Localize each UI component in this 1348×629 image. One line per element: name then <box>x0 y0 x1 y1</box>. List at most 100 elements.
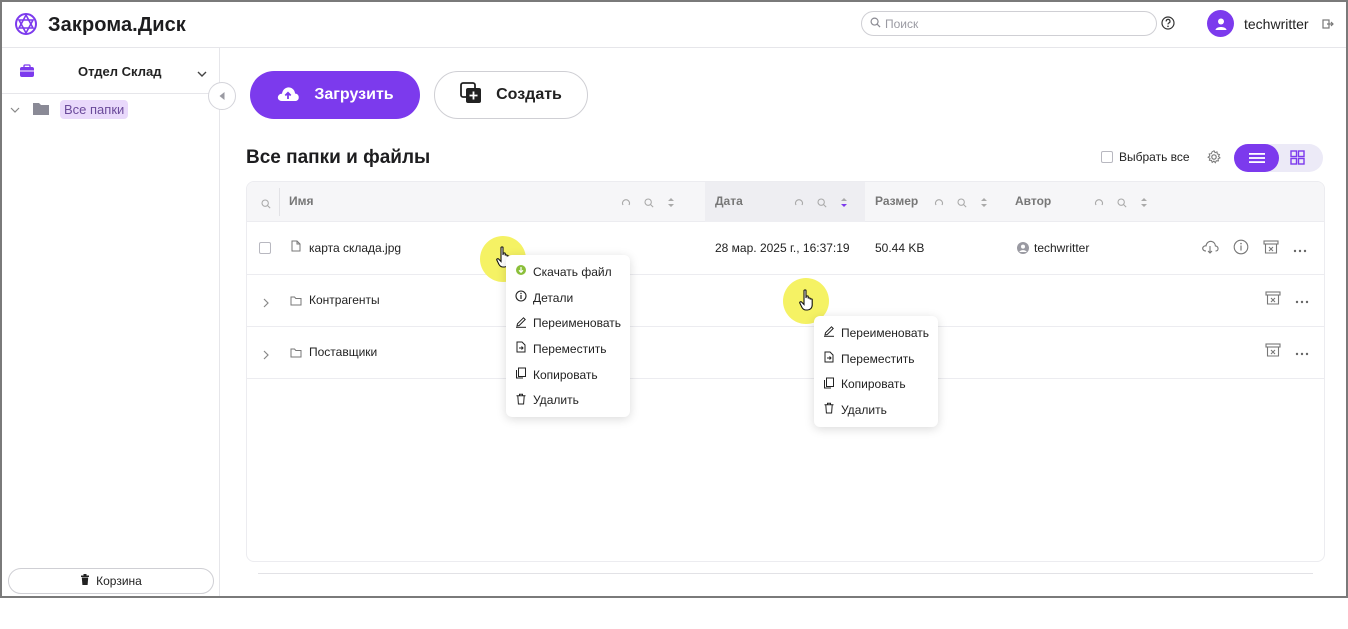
column-header-size[interactable]: Размер <box>875 194 918 208</box>
row-name[interactable]: Поставщики <box>309 345 377 359</box>
archive-delete-icon[interactable] <box>1265 343 1281 360</box>
help-icon[interactable] <box>1161 16 1175 33</box>
column-header-name[interactable]: Имя <box>289 194 314 208</box>
app-window: Закрома.Диск techwritter Отдел Скл <box>0 0 1348 598</box>
menu-item-rename[interactable]: Переименовать <box>814 320 938 346</box>
reset-icon[interactable] <box>934 196 944 211</box>
tree-item-all-folders[interactable]: Все папки <box>10 100 129 119</box>
menu-item-label: Переименовать <box>533 316 621 331</box>
sort-icon[interactable] <box>1140 196 1148 211</box>
menu-item-label: Детали <box>533 290 574 305</box>
search-icon[interactable] <box>1117 196 1127 211</box>
folder-icon <box>32 101 50 119</box>
top-header: Закрома.Диск techwritter <box>2 2 1346 48</box>
folder-icon <box>290 346 302 361</box>
menu-item-delete[interactable]: Удалить <box>506 387 630 413</box>
archive-delete-icon[interactable] <box>1263 240 1279 257</box>
table-row[interactable]: Поставщики <box>247 327 1324 379</box>
row-actions <box>1265 291 1309 308</box>
search-icon <box>870 16 881 31</box>
reset-icon[interactable] <box>794 196 804 211</box>
create-button[interactable]: Создать <box>434 71 588 119</box>
column-header-date[interactable]: Дата <box>715 194 743 208</box>
menu-item-move[interactable]: Переместить <box>814 346 938 372</box>
reset-icon[interactable] <box>621 196 631 211</box>
search-icon[interactable] <box>817 196 827 211</box>
menu-item-label: Переместить <box>841 351 915 366</box>
archive-delete-icon[interactable] <box>1265 291 1281 308</box>
menu-item-details[interactable]: Детали <box>506 285 630 311</box>
logout-icon[interactable] <box>1322 18 1334 33</box>
copy-icon <box>515 367 527 382</box>
user-name: techwritter <box>1244 15 1309 32</box>
menu-item-copy[interactable]: Копировать <box>506 362 630 388</box>
sort-desc-icon[interactable] <box>840 196 848 211</box>
row-name[interactable]: карта склада.jpg <box>309 241 401 255</box>
more-icon[interactable] <box>1295 344 1309 359</box>
pencil-icon <box>823 325 835 340</box>
more-icon[interactable] <box>1295 292 1309 307</box>
search-icon[interactable] <box>644 196 654 211</box>
size-column-tools <box>934 196 988 211</box>
list-icon <box>1248 153 1265 163</box>
grid-icon <box>1290 150 1305 165</box>
menu-item-label: Переименовать <box>841 325 929 340</box>
chevron-left-icon <box>219 92 225 100</box>
info-icon[interactable] <box>1233 239 1249 258</box>
logo-icon <box>14 12 38 39</box>
row-author: techwritter <box>1034 241 1090 255</box>
info-icon <box>515 290 527 305</box>
sort-icon[interactable] <box>667 196 675 211</box>
menu-item-label: Удалить <box>841 402 887 417</box>
create-label: Создать <box>496 86 562 103</box>
move-file-icon <box>823 351 835 366</box>
download-icon <box>515 264 527 279</box>
reset-icon[interactable] <box>1094 196 1104 211</box>
grid-view-button[interactable] <box>1290 150 1305 168</box>
add-file-icon <box>460 81 482 109</box>
tree-item-label: Все папки <box>60 100 129 119</box>
search-box[interactable] <box>861 11 1157 36</box>
menu-item-move[interactable]: Переместить <box>506 336 630 362</box>
search-icon[interactable] <box>957 196 967 211</box>
chevron-down-icon[interactable] <box>10 102 20 117</box>
chevron-right-icon[interactable] <box>263 296 269 311</box>
row-actions <box>1265 343 1309 360</box>
cloud-download-icon[interactable] <box>1201 240 1219 257</box>
folder-context-menu: Переименовать Переместить Копировать Уда… <box>814 316 938 427</box>
gear-icon[interactable] <box>1207 150 1221 167</box>
sidebar: Отдел Склад Все папки Корзина <box>2 48 220 596</box>
user-avatar-icon <box>1017 242 1029 257</box>
search-icon[interactable] <box>261 197 271 212</box>
menu-item-label: Удалить <box>533 393 579 408</box>
row-name[interactable]: Контрагенты <box>309 293 380 307</box>
upload-button[interactable]: Загрузить <box>250 71 420 119</box>
department-name: Отдел Склад <box>78 64 162 79</box>
date-column-tools <box>794 196 848 211</box>
trash-button[interactable]: Корзина <box>8 568 214 594</box>
menu-item-rename[interactable]: Переименовать <box>506 310 630 336</box>
menu-item-copy[interactable]: Копировать <box>814 371 938 397</box>
collapse-sidebar-button[interactable] <box>208 82 236 110</box>
column-header-author[interactable]: Автор <box>1015 194 1051 208</box>
row-checkbox[interactable] <box>259 242 271 254</box>
list-view-button[interactable] <box>1234 144 1279 172</box>
chevron-right-icon[interactable] <box>263 348 269 363</box>
department-selector[interactable]: Отдел Склад <box>2 48 220 94</box>
divider <box>258 573 1313 574</box>
select-all-checkbox[interactable] <box>1101 151 1113 163</box>
file-context-menu: Скачать файл Детали Переименовать Переме… <box>506 255 630 418</box>
menu-item-download[interactable]: Скачать файл <box>506 259 630 285</box>
search-input[interactable] <box>885 16 1145 31</box>
table-row[interactable]: карта склада.jpg 28 мар. 2025 г., 16:37:… <box>247 223 1324 275</box>
row-size: 50.44 KB <box>875 241 925 255</box>
logo[interactable]: Закрома.Диск <box>14 12 186 39</box>
files-table: Имя Дата Размер Автор карта склада.jpg 2… <box>246 181 1325 562</box>
select-all[interactable]: Выбрать все <box>1101 150 1190 164</box>
view-toggle <box>1234 144 1323 172</box>
more-icon[interactable] <box>1293 241 1307 256</box>
user-menu[interactable]: techwritter <box>1207 10 1309 37</box>
app-title: Закрома.Диск <box>48 14 186 36</box>
sort-icon[interactable] <box>980 196 988 211</box>
menu-item-delete[interactable]: Удалить <box>814 397 938 423</box>
